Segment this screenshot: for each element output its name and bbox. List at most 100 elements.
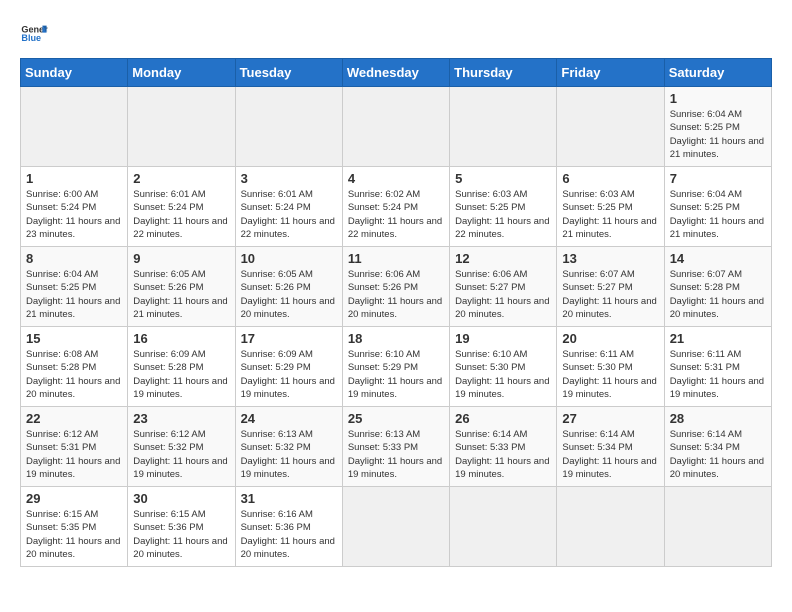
- calendar-day-cell: 5 Sunrise: 6:03 AM Sunset: 5:25 PM Daylig…: [450, 167, 557, 247]
- calendar-day-cell: 1 Sunrise: 6:04 AM Sunset: 5:25 PM Daylig…: [664, 87, 771, 167]
- day-number: 24: [241, 411, 337, 426]
- day-number: 30: [133, 491, 229, 506]
- day-info: Sunrise: 6:06 AM Sunset: 5:26 PM Dayligh…: [348, 268, 444, 321]
- column-header-thursday: Thursday: [450, 59, 557, 87]
- calendar-day-cell: 17 Sunrise: 6:09 AM Sunset: 5:29 PM Dayli…: [235, 327, 342, 407]
- day-number: 25: [348, 411, 444, 426]
- calendar-week-row: 1 Sunrise: 6:00 AM Sunset: 5:24 PM Daylig…: [21, 167, 772, 247]
- calendar-day-cell: 27 Sunrise: 6:14 AM Sunset: 5:34 PM Dayli…: [557, 407, 664, 487]
- logo-icon: General Blue: [20, 20, 48, 48]
- calendar-day-cell: 4 Sunrise: 6:02 AM Sunset: 5:24 PM Daylig…: [342, 167, 449, 247]
- day-number: 23: [133, 411, 229, 426]
- calendar-header-row: SundayMondayTuesdayWednesdayThursdayFrid…: [21, 59, 772, 87]
- day-info: Sunrise: 6:05 AM Sunset: 5:26 PM Dayligh…: [241, 268, 337, 321]
- day-number: 1: [26, 171, 122, 186]
- day-info: Sunrise: 6:07 AM Sunset: 5:28 PM Dayligh…: [670, 268, 766, 321]
- day-number: 29: [26, 491, 122, 506]
- day-info: Sunrise: 6:04 AM Sunset: 5:25 PM Dayligh…: [670, 188, 766, 241]
- day-number: 17: [241, 331, 337, 346]
- day-info: Sunrise: 6:15 AM Sunset: 5:35 PM Dayligh…: [26, 508, 122, 561]
- calendar-day-cell: 13 Sunrise: 6:07 AM Sunset: 5:27 PM Dayli…: [557, 247, 664, 327]
- calendar-day-cell: 10Sunrise: 6:05 AM Sunset: 5:26 PM Dayli…: [235, 247, 342, 327]
- column-header-wednesday: Wednesday: [342, 59, 449, 87]
- calendar-week-row: 22 Sunrise: 6:12 AM Sunset: 5:31 PM Dayli…: [21, 407, 772, 487]
- calendar-week-row: 15Sunrise: 6:08 AM Sunset: 5:28 PM Dayli…: [21, 327, 772, 407]
- calendar-day-cell: 16Sunrise: 6:09 AM Sunset: 5:28 PM Dayli…: [128, 327, 235, 407]
- day-info: Sunrise: 6:01 AM Sunset: 5:24 PM Dayligh…: [133, 188, 229, 241]
- day-number: 27: [562, 411, 658, 426]
- day-number: 28: [670, 411, 766, 426]
- day-info: Sunrise: 6:04 AM Sunset: 5:25 PM Dayligh…: [26, 268, 122, 321]
- calendar-day-cell: 3 Sunrise: 6:01 AM Sunset: 5:24 PM Daylig…: [235, 167, 342, 247]
- day-info: Sunrise: 6:11 AM Sunset: 5:30 PM Dayligh…: [562, 348, 658, 401]
- day-number: 20: [562, 331, 658, 346]
- calendar-week-row: 8 Sunrise: 6:04 AM Sunset: 5:25 PM Daylig…: [21, 247, 772, 327]
- day-info: Sunrise: 6:02 AM Sunset: 5:24 PM Dayligh…: [348, 188, 444, 241]
- calendar-day-cell: 28Sunrise: 6:14 AM Sunset: 5:34 PM Dayli…: [664, 407, 771, 487]
- calendar-day-cell: [342, 487, 449, 567]
- calendar-day-cell: 8 Sunrise: 6:04 AM Sunset: 5:25 PM Daylig…: [21, 247, 128, 327]
- day-number: 13: [562, 251, 658, 266]
- calendar-day-cell: [557, 87, 664, 167]
- calendar-day-cell: 14 Sunrise: 6:07 AM Sunset: 5:28 PM Dayli…: [664, 247, 771, 327]
- day-info: Sunrise: 6:12 AM Sunset: 5:31 PM Dayligh…: [26, 428, 122, 481]
- day-number: 2: [133, 171, 229, 186]
- day-info: Sunrise: 6:09 AM Sunset: 5:29 PM Dayligh…: [241, 348, 337, 401]
- calendar-day-cell: 21Sunrise: 6:11 AM Sunset: 5:31 PM Dayli…: [664, 327, 771, 407]
- svg-text:Blue: Blue: [21, 33, 41, 43]
- day-info: Sunrise: 6:07 AM Sunset: 5:27 PM Dayligh…: [562, 268, 658, 321]
- day-number: 19: [455, 331, 551, 346]
- day-info: Sunrise: 6:03 AM Sunset: 5:25 PM Dayligh…: [455, 188, 551, 241]
- calendar-day-cell: 25 Sunrise: 6:13 AM Sunset: 5:33 PM Dayli…: [342, 407, 449, 487]
- calendar-table: SundayMondayTuesdayWednesdayThursdayFrid…: [20, 58, 772, 567]
- day-info: Sunrise: 6:13 AM Sunset: 5:33 PM Dayligh…: [348, 428, 444, 481]
- calendar-day-cell: 29 Sunrise: 6:15 AM Sunset: 5:35 PM Dayli…: [21, 487, 128, 567]
- day-number: 21: [670, 331, 766, 346]
- column-header-friday: Friday: [557, 59, 664, 87]
- calendar-day-cell: 12 Sunrise: 6:06 AM Sunset: 5:27 PM Dayli…: [450, 247, 557, 327]
- day-number: 8: [26, 251, 122, 266]
- day-info: Sunrise: 6:14 AM Sunset: 5:33 PM Dayligh…: [455, 428, 551, 481]
- day-number: 31: [241, 491, 337, 506]
- day-number: 6: [562, 171, 658, 186]
- calendar-day-cell: 20 Sunrise: 6:11 AM Sunset: 5:30 PM Dayli…: [557, 327, 664, 407]
- day-info: Sunrise: 6:04 AM Sunset: 5:25 PM Dayligh…: [670, 108, 766, 161]
- calendar-day-cell: [450, 487, 557, 567]
- day-number: 9: [133, 251, 229, 266]
- column-header-monday: Monday: [128, 59, 235, 87]
- calendar-day-cell: [342, 87, 449, 167]
- day-info: Sunrise: 6:00 AM Sunset: 5:24 PM Dayligh…: [26, 188, 122, 241]
- calendar-day-cell: 22 Sunrise: 6:12 AM Sunset: 5:31 PM Dayli…: [21, 407, 128, 487]
- day-info: Sunrise: 6:15 AM Sunset: 5:36 PM Dayligh…: [133, 508, 229, 561]
- calendar-day-cell: [235, 87, 342, 167]
- calendar-day-cell: 9Sunrise: 6:05 AM Sunset: 5:26 PM Daylig…: [128, 247, 235, 327]
- column-header-saturday: Saturday: [664, 59, 771, 87]
- day-number: 3: [241, 171, 337, 186]
- day-info: Sunrise: 6:01 AM Sunset: 5:24 PM Dayligh…: [241, 188, 337, 241]
- calendar-day-cell: 1 Sunrise: 6:00 AM Sunset: 5:24 PM Daylig…: [21, 167, 128, 247]
- day-number: 7: [670, 171, 766, 186]
- calendar-day-cell: 23Sunrise: 6:12 AM Sunset: 5:32 PM Dayli…: [128, 407, 235, 487]
- day-number: 5: [455, 171, 551, 186]
- day-number: 22: [26, 411, 122, 426]
- calendar-day-cell: 26Sunrise: 6:14 AM Sunset: 5:33 PM Dayli…: [450, 407, 557, 487]
- day-number: 4: [348, 171, 444, 186]
- day-info: Sunrise: 6:13 AM Sunset: 5:32 PM Dayligh…: [241, 428, 337, 481]
- day-number: 14: [670, 251, 766, 266]
- calendar-day-cell: 19Sunrise: 6:10 AM Sunset: 5:30 PM Dayli…: [450, 327, 557, 407]
- day-number: 1: [670, 91, 766, 106]
- calendar-day-cell: [557, 487, 664, 567]
- day-number: 12: [455, 251, 551, 266]
- day-number: 16: [133, 331, 229, 346]
- day-info: Sunrise: 6:14 AM Sunset: 5:34 PM Dayligh…: [562, 428, 658, 481]
- day-info: Sunrise: 6:16 AM Sunset: 5:36 PM Dayligh…: [241, 508, 337, 561]
- calendar-week-row: 1 Sunrise: 6:04 AM Sunset: 5:25 PM Daylig…: [21, 87, 772, 167]
- day-info: Sunrise: 6:08 AM Sunset: 5:28 PM Dayligh…: [26, 348, 122, 401]
- column-header-sunday: Sunday: [21, 59, 128, 87]
- calendar-day-cell: 11Sunrise: 6:06 AM Sunset: 5:26 PM Dayli…: [342, 247, 449, 327]
- calendar-day-cell: 30 Sunrise: 6:15 AM Sunset: 5:36 PM Dayli…: [128, 487, 235, 567]
- column-header-tuesday: Tuesday: [235, 59, 342, 87]
- calendar-day-cell: 24 Sunrise: 6:13 AM Sunset: 5:32 PM Dayli…: [235, 407, 342, 487]
- calendar-day-cell: 6Sunrise: 6:03 AM Sunset: 5:25 PM Daylig…: [557, 167, 664, 247]
- day-info: Sunrise: 6:06 AM Sunset: 5:27 PM Dayligh…: [455, 268, 551, 321]
